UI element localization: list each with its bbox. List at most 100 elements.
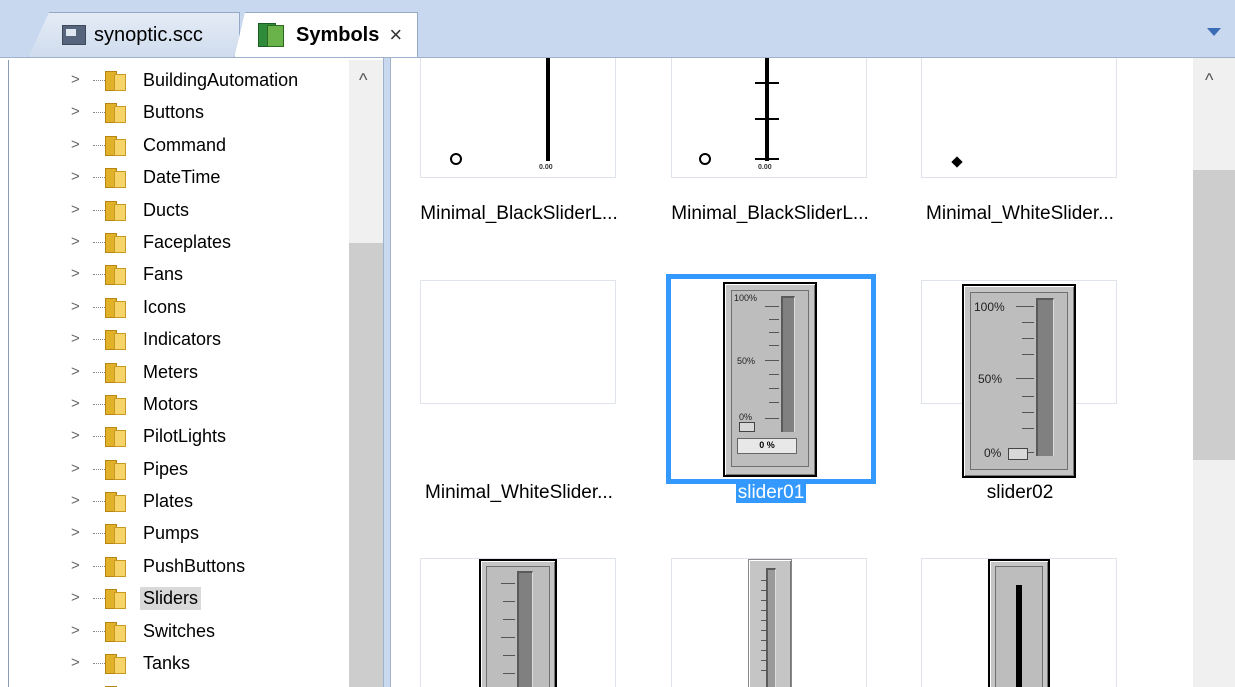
scroll-up-icon[interactable]: ^ — [359, 70, 367, 91]
tree-folder-pushbuttons[interactable]: > PushButtons — [9, 550, 349, 582]
symbol-card-slider03[interactable] — [420, 558, 616, 687]
slider02-thumbnail: 100% 50% 0% — [962, 284, 1076, 478]
chevron-right-icon[interactable]: > — [71, 137, 80, 152]
chevron-right-icon[interactable]: > — [71, 299, 80, 314]
folder-icon — [105, 458, 127, 480]
tree-item-label: Sliders — [140, 587, 202, 611]
folder-icon — [105, 522, 127, 545]
symbol-label: Minimal_BlackSliderL... — [420, 203, 618, 224]
folder-icon — [105, 328, 127, 351]
folder-icon — [105, 555, 127, 577]
folder-icon — [105, 620, 127, 642]
tree-scroll-thumb[interactable] — [349, 243, 383, 687]
tree-item-label: PushButtons — [143, 555, 246, 576]
tree-folder-pilotlights[interactable]: > PilotLights — [9, 420, 349, 452]
chevron-right-icon[interactable]: > — [71, 396, 80, 411]
symbol-grid-scrollbar[interactable]: ^ — [1193, 58, 1235, 687]
chevron-right-icon[interactable]: > — [71, 493, 80, 508]
chevron-right-icon[interactable]: > — [71, 266, 80, 281]
folder-icon — [105, 101, 127, 124]
tree-folder-icons[interactable]: > Icons — [9, 291, 349, 323]
chevron-right-icon[interactable]: > — [71, 461, 80, 476]
symbol-card-slider02[interactable]: 100% 50% 0% — [921, 280, 1117, 478]
tree-folder-fans[interactable]: > Fans — [9, 258, 349, 290]
symbol-folder-tree: > BuildingAutomation > Buttons > Command > Date… — [8, 60, 383, 687]
slider-value-text: 0.00 — [758, 164, 772, 171]
slider-thumbnail: 0.00 — [421, 58, 615, 177]
chevron-right-icon[interactable]: > — [71, 655, 80, 670]
slider-thumbnail — [922, 58, 1116, 177]
tree-folder-sliders[interactable]: > Sliders — [9, 582, 349, 614]
slider-thumbnail: 0.00 — [672, 58, 866, 177]
symbols-library-icon — [258, 23, 284, 47]
symbol-card-minimal-white-slider-2[interactable] — [420, 280, 616, 404]
symbol-card-slider04[interactable] — [671, 558, 867, 687]
grid-scroll-thumb[interactable] — [1193, 170, 1235, 460]
folder-icon — [105, 587, 127, 610]
tree-folder-pipes[interactable]: > Pipes — [9, 453, 349, 485]
slider01-thumbnail: 100% 50% 0% 0 % — [723, 282, 817, 477]
tree-item-label: Motors — [143, 393, 199, 414]
tree-folder-buttons[interactable]: > Buttons — [9, 96, 349, 128]
tab-list-dropdown-icon[interactable] — [1207, 28, 1221, 36]
symbol-label-selected: slider01 — [735, 482, 807, 503]
tree-folder-faceplates[interactable]: > Faceplates — [9, 226, 349, 258]
close-tab-icon[interactable]: × — [389, 22, 402, 48]
tree-item-label: Meters — [143, 361, 199, 382]
tree-folder-textio[interactable]: >TextIO — [9, 679, 349, 687]
symbol-label: Minimal_WhiteSlider... — [926, 203, 1114, 224]
tree-folder-meters[interactable]: > Meters — [9, 356, 349, 388]
tree-folder-switches[interactable]: > Switches — [9, 615, 349, 647]
chevron-right-icon[interactable]: > — [71, 525, 80, 540]
tree-item-label: Pumps — [143, 523, 200, 544]
folder-icon — [105, 393, 127, 415]
tree-folder-command[interactable]: > Command — [9, 129, 349, 161]
slider-value-text: 0.00 — [539, 164, 553, 171]
panel-splitter[interactable] — [383, 58, 391, 687]
tree-folder-motors[interactable]: > Motors — [9, 388, 349, 420]
chevron-right-icon[interactable]: > — [71, 169, 80, 184]
folder-icon — [105, 134, 127, 156]
tree-folder-pumps[interactable]: > Pumps — [9, 517, 349, 549]
chevron-right-icon[interactable]: > — [71, 331, 80, 346]
tree-item-label: Buttons — [143, 102, 205, 123]
tree-scrollbar[interactable]: ^ — [349, 60, 383, 687]
chevron-right-icon[interactable]: > — [71, 623, 80, 638]
chevron-right-icon[interactable]: > — [71, 558, 80, 573]
tree-folder-tanks[interactable]: > Tanks — [9, 647, 349, 679]
symbol-card-minimal-black-slider-2[interactable]: 0.00 — [671, 58, 867, 178]
chevron-right-icon[interactable]: > — [71, 72, 80, 87]
folder-icon — [105, 361, 127, 383]
symbol-card-minimal-white-slider-1[interactable] — [921, 58, 1117, 178]
tree-folder-datetime[interactable]: > DateTime — [9, 161, 349, 193]
tree-folder-ducts[interactable]: > Ducts — [9, 194, 349, 226]
tab-synoptic[interactable]: synoptic.scc — [28, 12, 240, 58]
symbol-card-minimal-black-slider-1[interactable]: 0.00 — [420, 58, 616, 178]
tree-item-label: Faceplates — [143, 231, 232, 252]
symbol-card-slider05[interactable] — [921, 558, 1117, 687]
slider04-thumbnail — [748, 559, 792, 687]
symbol-label: Minimal_BlackSliderL... — [671, 203, 869, 224]
scale-label-bottom: 0% — [739, 412, 753, 422]
tree-item-label: Icons — [143, 296, 187, 317]
chevron-right-icon[interactable]: > — [71, 234, 80, 249]
chevron-right-icon[interactable]: > — [71, 364, 80, 379]
folder-icon — [105, 296, 127, 318]
chevron-right-icon[interactable]: > — [71, 104, 80, 119]
scale-label-top: 100% — [974, 300, 1005, 314]
chevron-right-icon[interactable]: > — [71, 202, 80, 217]
tree-folder-indicators[interactable]: > Indicators — [9, 323, 349, 355]
chevron-right-icon[interactable]: > — [71, 428, 80, 443]
tree-item-label: Plates — [143, 491, 194, 512]
chevron-right-icon[interactable]: > — [71, 590, 80, 605]
tab-symbols[interactable]: Symbols × — [234, 12, 418, 58]
tree-folder-buildingautomation[interactable]: > BuildingAutomation — [9, 64, 349, 96]
symbol-card-slider01[interactable]: 100% 50% 0% 0 % — [666, 274, 876, 484]
tree-item-label: Tanks — [143, 653, 191, 674]
folder-icon — [105, 490, 127, 513]
scale-label-top: 100% — [734, 293, 758, 303]
slider-thumbnail — [421, 281, 615, 403]
scroll-up-icon[interactable]: ^ — [1205, 70, 1213, 91]
slider-readout: 0 % — [737, 438, 797, 454]
tree-folder-plates[interactable]: > Plates — [9, 485, 349, 517]
